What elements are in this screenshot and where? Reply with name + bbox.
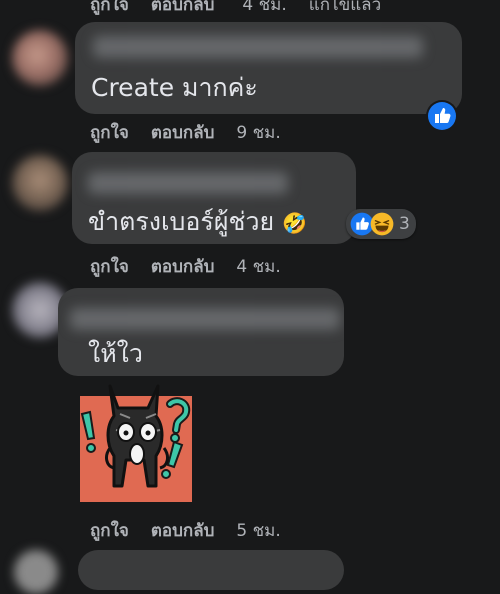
reaction-badge[interactable] [426,100,458,132]
reply-link[interactable]: ตอบกลับ [151,253,215,280]
like-link[interactable]: ถูกใจ [90,517,129,544]
like-link[interactable]: ถูกใจ [90,253,129,280]
reply-link[interactable]: ตอบกลับ [151,517,215,544]
reply-link[interactable]: ตอบกลับ [151,0,215,18]
edited-label: แก้ไขแล้ว [308,0,382,15]
like-icon [428,102,456,130]
rofl-emoji: 🤣 [282,211,308,235]
timestamp[interactable]: 4 ชม. [236,253,280,280]
comment-text: Create มากค่ะ [91,73,258,102]
comment-text: ขำตรงเบอร์ผู้ช่วย 🤣 [88,202,307,242]
like-link[interactable]: ถูกใจ [90,119,129,146]
sticker-image [80,384,192,502]
avatar[interactable] [12,155,68,211]
avatar[interactable] [12,30,68,86]
comment-bubble: ให้ใว [58,288,344,376]
comment-actions-1: ถูกใจ ตอบกลับ 9 ชม. [90,120,303,144]
comment-actions-3: ถูกใจ ตอบกลับ 5 ชม. [90,518,303,542]
comment-bubble: ขำตรงเบอร์ผู้ช่วย 🤣 [72,152,356,244]
reaction-summary[interactable]: 3 [346,209,416,239]
comment-actions-2: ถูกใจ ตอบกลับ 4 ชม. [90,254,303,278]
author-name-blurred[interactable] [70,308,340,330]
reply-link[interactable]: ตอบกลับ [151,119,215,146]
author-name-blurred[interactable] [93,36,423,58]
reaction-count: 3 [399,214,410,234]
timestamp[interactable]: 9 ชม. [236,119,280,146]
haha-icon [370,212,394,236]
comment-actions-0: ถูกใจ ตอบกลับ 4 ชม. แก้ไขแล้ว [90,0,403,16]
comment-text-content: ขำตรงเบอร์ผู้ช่วย [88,207,275,236]
author-name-blurred[interactable] [88,172,288,194]
comment-bubble: Create มากค่ะ [75,22,462,114]
like-link[interactable]: ถูกใจ [90,0,129,18]
cat-sticker[interactable] [70,378,202,510]
comment-bubble-next [78,550,344,590]
comment-text: ให้ใว [88,339,143,368]
timestamp[interactable]: 4 ชม. [242,0,286,18]
timestamp[interactable]: 5 ชม. [236,517,280,544]
avatar[interactable] [14,550,58,594]
